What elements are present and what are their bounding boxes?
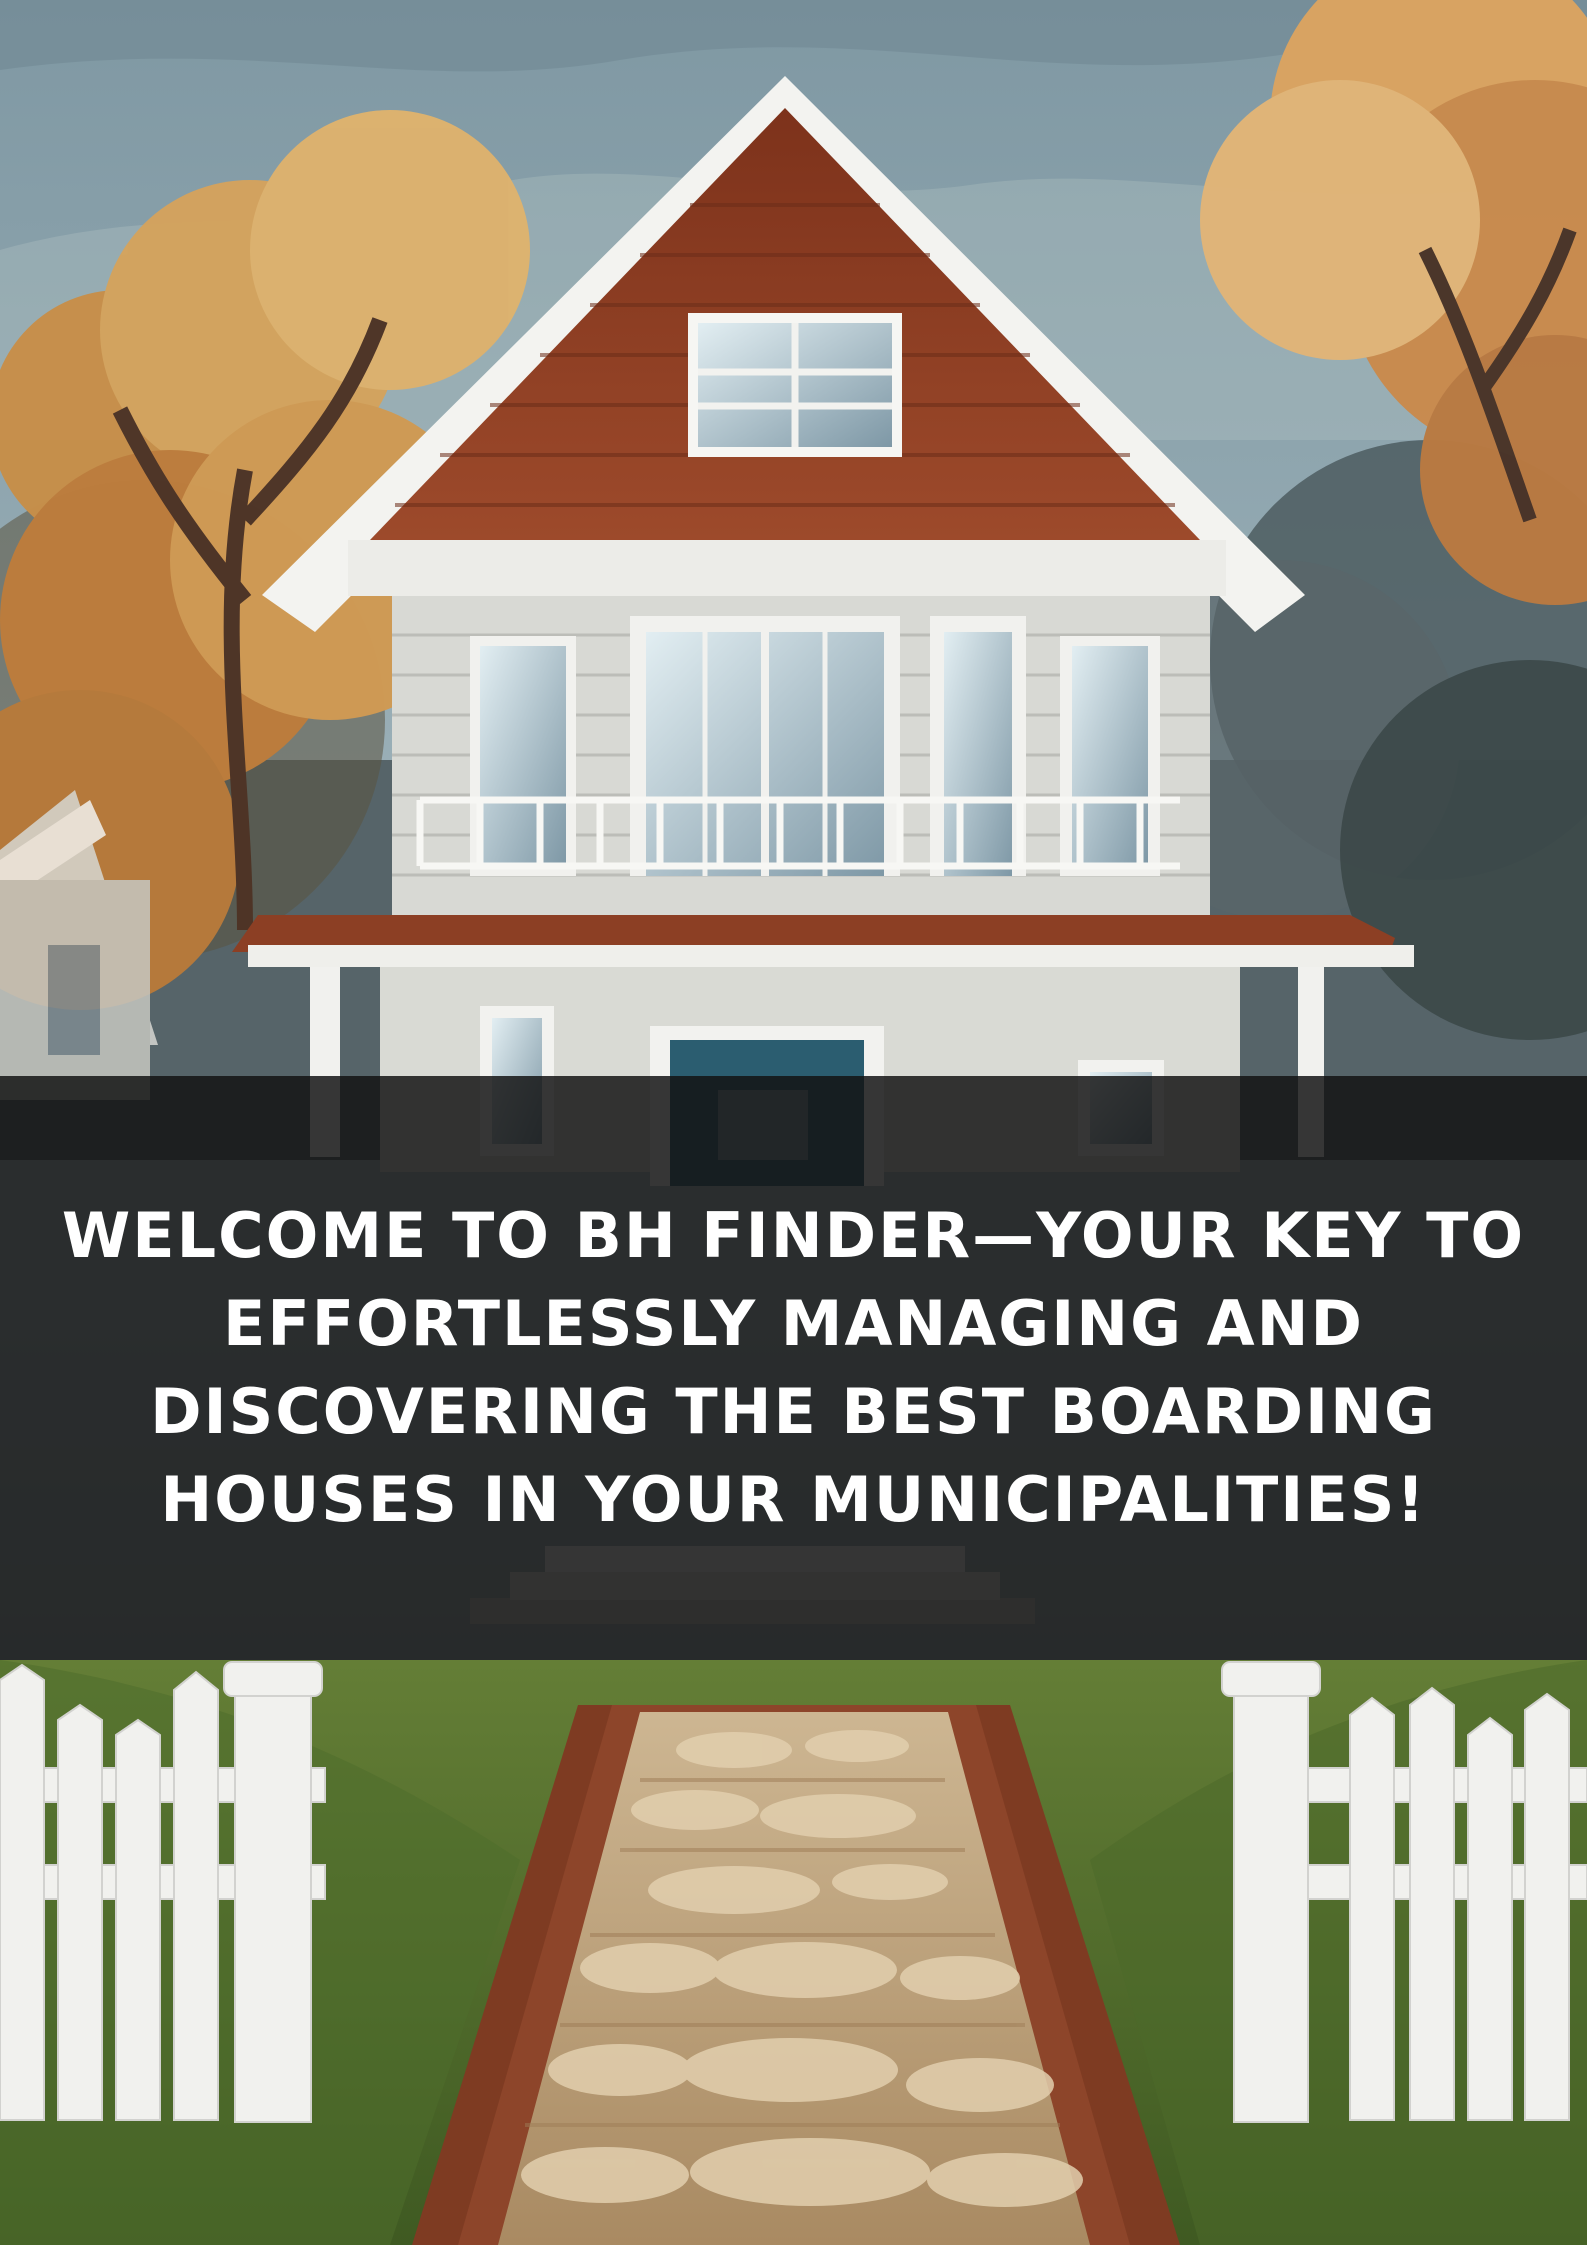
welcome-headline: WELCOME TO BH FINDER—YOUR KEY TO EFFORTL… [61, 1199, 1526, 1536]
headline-banner: WELCOME TO BH FINDER—YOUR KEY TO EFFORTL… [0, 1076, 1587, 1660]
poster-page: WELCOME TO BH FINDER—YOUR KEY TO EFFORTL… [0, 0, 1587, 2245]
